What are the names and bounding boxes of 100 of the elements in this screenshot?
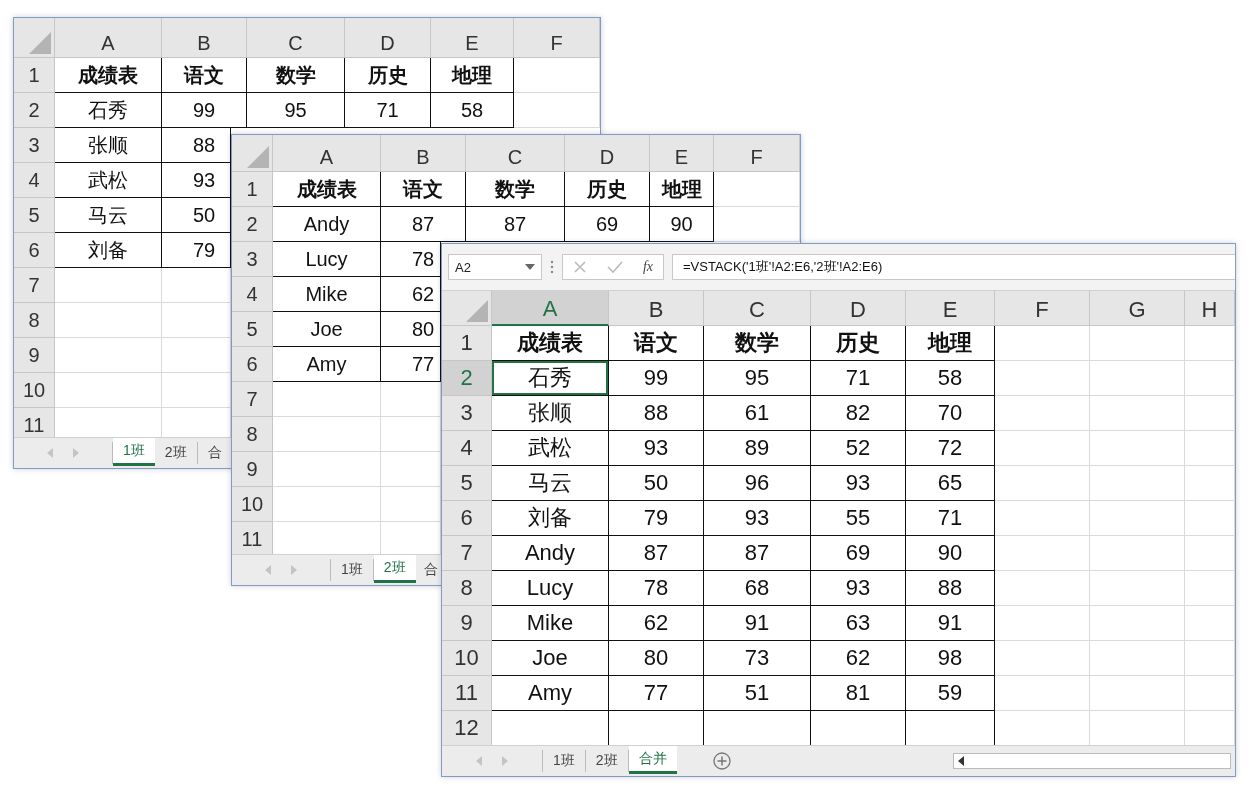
column-header[interactable]: H — [1185, 291, 1235, 326]
row-header[interactable]: 6 — [232, 347, 273, 382]
row-header[interactable]: 8 — [442, 571, 492, 606]
column-header[interactable]: D — [565, 135, 650, 172]
column-header[interactable]: G — [1090, 291, 1185, 326]
table-cell[interactable]: 93 — [811, 571, 906, 606]
table-cell[interactable]: 72 — [906, 431, 995, 466]
select-all-icon[interactable] — [466, 300, 488, 322]
column-header[interactable]: E — [431, 18, 514, 58]
table-cell[interactable]: 马云 — [55, 198, 162, 233]
table-cell[interactable]: 语文 — [609, 326, 704, 361]
table-cell[interactable]: 71 — [811, 361, 906, 396]
row-header[interactable]: 2 — [14, 93, 55, 128]
row-header[interactable]: 1 — [14, 58, 55, 93]
row-header[interactable]: 4 — [232, 277, 273, 312]
table-cell[interactable]: 91 — [704, 606, 811, 641]
column-header[interactable]: D — [811, 291, 906, 326]
table-cell[interactable]: 张顺 — [492, 396, 609, 431]
column-header[interactable]: A — [273, 135, 381, 172]
column-header[interactable]: D — [345, 18, 431, 58]
row-header[interactable]: 9 — [232, 452, 273, 487]
row-header[interactable]: 12 — [442, 711, 492, 745]
sheet-tab[interactable]: 2班 — [154, 442, 198, 464]
row-header[interactable]: 1 — [232, 172, 273, 207]
table-cell[interactable]: 马云 — [492, 466, 609, 501]
row-header[interactable]: 10 — [442, 641, 492, 676]
row-header[interactable]: 7 — [442, 536, 492, 571]
table-cell[interactable]: 96 — [704, 466, 811, 501]
table-cell[interactable]: 81 — [811, 676, 906, 711]
table-cell[interactable]: 70 — [906, 396, 995, 431]
table-cell[interactable]: 数学 — [704, 326, 811, 361]
table-cell[interactable]: 95 — [704, 361, 811, 396]
scroll-right-icon[interactable] — [291, 565, 297, 575]
row-header[interactable]: 6 — [14, 233, 55, 268]
row-header[interactable]: 3 — [14, 128, 55, 163]
select-all-icon[interactable] — [29, 32, 51, 54]
table-cell[interactable]: 62 — [811, 641, 906, 676]
table-cell[interactable]: 地理 — [650, 172, 714, 207]
table-cell[interactable]: 63 — [811, 606, 906, 641]
table-cell[interactable]: Mike — [273, 277, 381, 312]
table-cell[interactable]: 51 — [704, 676, 811, 711]
row-header[interactable]: 8 — [14, 303, 55, 338]
table-cell[interactable]: 历史 — [811, 326, 906, 361]
table-cell[interactable]: 87 — [609, 536, 704, 571]
table-cell[interactable]: 99 — [162, 93, 247, 128]
row-header[interactable]: 2 — [232, 207, 273, 242]
table-cell[interactable]: 58 — [906, 361, 995, 396]
table-cell[interactable]: Mike — [492, 606, 609, 641]
table-cell[interactable]: 地理 — [906, 326, 995, 361]
table-cell[interactable]: 91 — [906, 606, 995, 641]
column-header[interactable]: B — [162, 18, 247, 58]
sheet-tab[interactable]: 1班 — [543, 750, 586, 772]
table-cell[interactable]: 90 — [650, 207, 714, 242]
column-header[interactable]: F — [514, 18, 600, 58]
table-cell[interactable]: 52 — [811, 431, 906, 466]
select-all-icon[interactable] — [247, 146, 269, 168]
table-cell[interactable]: 55 — [811, 501, 906, 536]
sheet-tab[interactable]: 1班 — [331, 559, 374, 581]
table-cell[interactable]: 95 — [247, 93, 345, 128]
row-header[interactable]: 5 — [14, 198, 55, 233]
table-cell[interactable]: 数学 — [247, 58, 345, 93]
add-sheet-icon[interactable] — [712, 752, 731, 770]
table-cell[interactable]: 69 — [811, 536, 906, 571]
table-cell[interactable]: 99 — [609, 361, 704, 396]
row-header[interactable]: 3 — [232, 242, 273, 277]
row-header[interactable]: 10 — [14, 373, 55, 408]
table-cell[interactable]: 50 — [609, 466, 704, 501]
table-cell[interactable]: 89 — [704, 431, 811, 466]
table-cell[interactable]: 88 — [609, 396, 704, 431]
table-cell[interactable]: 73 — [704, 641, 811, 676]
table-cell[interactable]: Joe — [492, 641, 609, 676]
table-cell[interactable]: 88 — [906, 571, 995, 606]
table-cell[interactable]: 武松 — [492, 431, 609, 466]
table-cell[interactable]: 历史 — [345, 58, 431, 93]
sheet-tab[interactable]: 1班 — [113, 438, 155, 466]
scroll-right-icon[interactable] — [502, 756, 508, 766]
column-header[interactable]: C — [466, 135, 565, 172]
table-cell[interactable]: 87 — [381, 207, 466, 242]
table-cell[interactable]: 语文 — [381, 172, 466, 207]
column-header[interactable]: B — [381, 135, 466, 172]
table-cell[interactable]: 59 — [906, 676, 995, 711]
table-cell[interactable]: 62 — [609, 606, 704, 641]
table-cell[interactable]: 石秀 — [492, 361, 609, 396]
table-cell[interactable]: 数学 — [466, 172, 565, 207]
table-cell[interactable]: 93 — [609, 431, 704, 466]
table-cell[interactable]: Amy — [273, 347, 381, 382]
sheet-tab[interactable]: 合 — [415, 559, 438, 581]
column-header[interactable]: E — [906, 291, 995, 326]
row-header[interactable]: 11 — [442, 676, 492, 711]
column-header[interactable]: C — [704, 291, 811, 326]
column-header[interactable]: A — [55, 18, 162, 58]
cancel-icon[interactable] — [572, 260, 587, 274]
table-cell[interactable]: 71 — [906, 501, 995, 536]
table-cell[interactable]: Joe — [273, 312, 381, 347]
row-header[interactable]: 4 — [442, 431, 492, 466]
row-header[interactable]: 3 — [442, 396, 492, 431]
row-header[interactable]: 4 — [14, 163, 55, 198]
table-cell[interactable]: Lucy — [273, 242, 381, 277]
table-cell[interactable]: 历史 — [565, 172, 650, 207]
row-header[interactable]: 2 — [442, 361, 492, 396]
